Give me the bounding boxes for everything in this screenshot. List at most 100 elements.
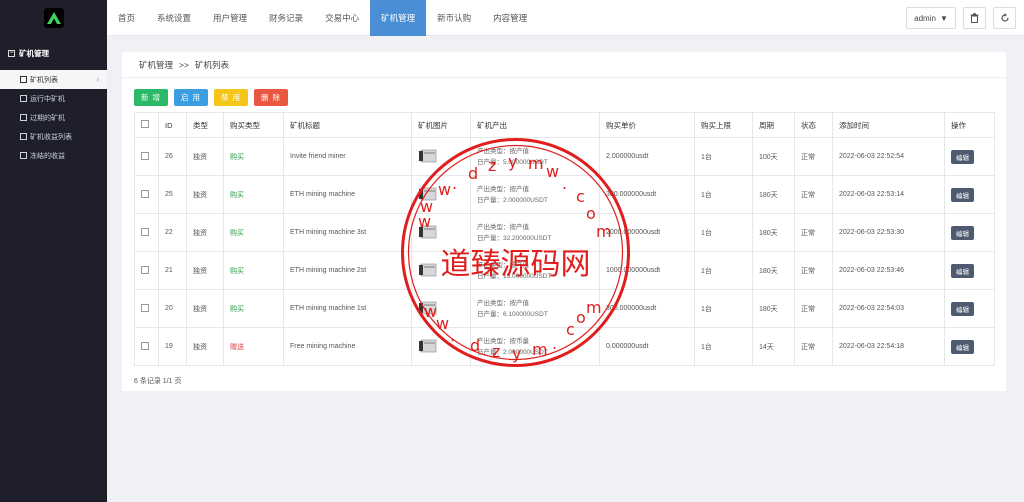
row-select-cell[interactable] — [134, 327, 159, 366]
row-checkbox[interactable] — [141, 189, 149, 198]
logout-button[interactable] — [993, 7, 1016, 29]
cell-image — [411, 175, 471, 214]
cell-op: 编辑 — [944, 137, 995, 176]
edit-button[interactable]: 编辑 — [951, 187, 974, 202]
miner-image[interactable] — [418, 299, 438, 316]
row-select-cell[interactable] — [134, 289, 159, 328]
nav-content[interactable]: 内容管理 — [482, 0, 538, 36]
row-select-cell[interactable] — [134, 251, 159, 290]
cell-type: 独资 — [186, 327, 224, 366]
cell-id: 21 — [158, 251, 187, 290]
output-type: 产出类型：按产值 — [477, 261, 529, 269]
select-all-checkbox[interactable] — [141, 120, 149, 128]
admin-dropdown[interactable]: admin ▼ — [906, 7, 956, 29]
cell-image — [411, 213, 471, 252]
breadcrumb-separator: >> — [179, 59, 189, 70]
cell-time: 2022-06-03 22:54:18 — [832, 327, 945, 366]
nav-users[interactable]: 用户管理 — [202, 0, 258, 36]
sidebar-item-frozen[interactable]: 冻结的收益 — [0, 146, 107, 165]
clear-cache-button[interactable] — [963, 7, 986, 29]
nav-finance[interactable]: 财务记录 — [258, 0, 314, 36]
row-checkbox[interactable] — [141, 151, 149, 160]
cell-op: 编辑 — [944, 289, 995, 328]
cell-output: 产出类型：按产值 日产量：5.000000USDT — [470, 137, 600, 176]
app-logo[interactable] — [43, 8, 64, 28]
sidebar-item-expired[interactable]: 过期的矿机 — [0, 108, 107, 127]
output-daily: 日产量：2.000000USDT — [477, 196, 548, 204]
nav-miner[interactable]: 矿机管理 — [370, 0, 427, 36]
cell-limit: 1台 — [694, 213, 753, 252]
col-status: 状态 — [794, 112, 833, 138]
output-type: 产出类型：按币量 — [477, 337, 529, 345]
cell-cycle: 100天 — [752, 137, 795, 176]
cell-price: 300.000000usdt — [599, 289, 695, 328]
sidebar-item-label: 过期的矿机 — [30, 114, 65, 122]
row-select-cell[interactable] — [134, 213, 159, 252]
cell-title: Free mining machine — [283, 327, 412, 366]
table-row: 22 独资 购买 ETH mining machine 3st 产出类型：按产值 日产量：… — [134, 213, 995, 252]
edit-button[interactable]: 编辑 — [951, 149, 974, 164]
cell-op: 编辑 — [944, 251, 995, 290]
miner-image[interactable] — [418, 147, 438, 164]
row-checkbox[interactable] — [141, 303, 149, 312]
cell-limit: 1台 — [694, 137, 753, 176]
col-image: 矿机图片 — [411, 112, 471, 138]
cell-buy-type: 购买 — [223, 289, 284, 328]
sidebar-item-earnings[interactable]: 矿机收益列表 — [0, 127, 107, 146]
cell-buy-type: 购买 — [223, 251, 284, 290]
edit-button[interactable]: 编辑 — [951, 263, 974, 278]
sidebar-item-miner-list[interactable]: 矿机列表 › — [0, 70, 107, 89]
edit-button[interactable]: 编辑 — [951, 301, 974, 316]
cell-op: 编辑 — [944, 213, 995, 252]
cell-buy-type: 购买 — [223, 137, 284, 176]
cell-price: 1000.000000usdt — [599, 251, 695, 290]
cell-price: 2.000000usdt — [599, 137, 695, 176]
nav-home[interactable]: 首页 — [107, 0, 146, 36]
list-icon — [20, 114, 27, 121]
col-buy-type: 购买类型 — [223, 112, 284, 138]
cell-status: 正常 — [794, 289, 833, 328]
sidebar-item-running[interactable]: 运行中矿机 — [0, 89, 107, 108]
row-checkbox[interactable] — [141, 227, 149, 236]
breadcrumb-parent[interactable]: 矿机管理 — [139, 59, 173, 71]
miner-image[interactable] — [418, 185, 438, 202]
edit-button[interactable]: 编辑 — [951, 225, 974, 240]
row-checkbox[interactable] — [141, 341, 149, 350]
col-price: 购买单价 — [599, 112, 695, 138]
nav-settings[interactable]: 系统设置 — [146, 0, 202, 36]
output-daily: 日产量：6.100000USDT — [477, 310, 548, 318]
cell-limit: 1台 — [694, 175, 753, 214]
row-select-cell[interactable] — [134, 137, 159, 176]
enable-button[interactable]: 启 用 — [174, 89, 208, 106]
disable-button[interactable]: 禁 用 — [214, 89, 248, 106]
cell-buy-type: 购买 — [223, 213, 284, 252]
cell-status: 正常 — [794, 213, 833, 252]
nav-subscribe[interactable]: 新币认购 — [426, 0, 482, 36]
cell-output: 产出类型：按产值 日产量：6.100000USDT — [470, 289, 600, 328]
cell-type: 独资 — [186, 289, 224, 328]
logo-area — [0, 0, 107, 36]
cell-status: 正常 — [794, 251, 833, 290]
cell-output: 产出类型：按币量日产量：2.000000USDT — [470, 327, 600, 366]
sidebar-group-miner[interactable]: − 矿机管理 — [0, 36, 107, 70]
edit-button[interactable]: 编辑 — [951, 339, 974, 354]
row-checkbox[interactable] — [141, 265, 149, 274]
cell-image — [411, 289, 471, 328]
miner-image[interactable] — [418, 261, 438, 278]
delete-button[interactable]: 删 除 — [254, 89, 288, 106]
output-type: 产出类型：按产值 — [477, 147, 529, 155]
cell-type: 独资 — [186, 175, 224, 214]
add-button[interactable]: 新 增 — [134, 89, 168, 106]
sidebar-group-label: 矿机管理 — [19, 48, 49, 58]
nav-trade[interactable]: 交易中心 — [314, 0, 370, 36]
output-daily: 日产量：2.000000USDT — [477, 348, 548, 356]
miner-image[interactable] — [418, 223, 438, 240]
row-select-cell[interactable] — [134, 175, 159, 214]
cell-cycle: 180天 — [752, 213, 795, 252]
cell-cycle: 180天 — [752, 251, 795, 290]
cell-title: ETH mining machine 2st — [283, 251, 412, 290]
miner-image[interactable] — [418, 337, 438, 354]
sidebar-item-label: 矿机收益列表 — [30, 133, 72, 141]
cell-price: 0.000000usdt — [599, 327, 695, 366]
select-all-cell[interactable] — [134, 112, 159, 138]
